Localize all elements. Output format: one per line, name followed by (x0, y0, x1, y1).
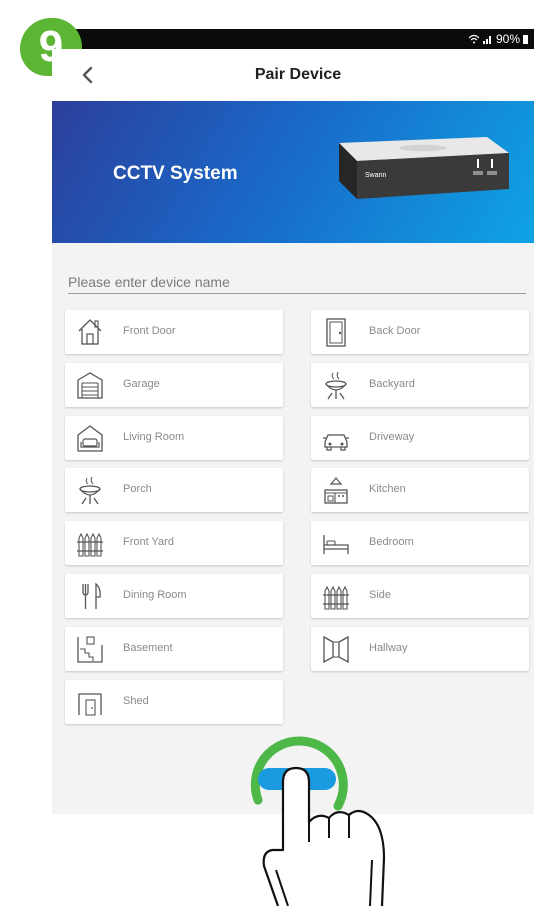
room-option-garage[interactable]: Garage (65, 363, 283, 407)
room-option-label: Bedroom (369, 536, 414, 548)
room-option-label: Basement (123, 642, 173, 654)
room-option-bedroom[interactable]: Bedroom (311, 521, 529, 565)
hallway-icon (323, 635, 349, 664)
room-option-basement[interactable]: Basement (65, 627, 283, 671)
room-option-label: Hallway (369, 642, 408, 654)
room-option-living-room[interactable]: Living Room (65, 416, 283, 460)
room-option-driveway[interactable]: Driveway (311, 416, 529, 460)
room-option-label: Back Door (369, 325, 421, 337)
kitchen-icon (324, 477, 348, 504)
status-bar: 90% (52, 29, 534, 49)
bed-icon (323, 535, 349, 554)
fence-icon (77, 532, 103, 557)
device-banner: CCTV System Swann (52, 101, 534, 243)
room-option-label: Driveway (369, 431, 415, 443)
room-option-front-yard[interactable]: Front Yard (65, 521, 283, 565)
tap-hand-overlay (250, 736, 386, 906)
wifi-icon (468, 34, 480, 44)
room-option-label: Shed (123, 695, 149, 707)
room-option-back-door[interactable]: Back Door (311, 310, 529, 354)
room-option-hallway[interactable]: Hallway (311, 627, 529, 671)
room-option-side[interactable]: Side (311, 574, 529, 618)
room-option-label: Side (369, 589, 392, 601)
room-option-label: Dining Room (123, 589, 187, 601)
bbq-icon (325, 371, 347, 400)
basement-icon (77, 636, 103, 663)
cutlery-icon (82, 582, 101, 609)
living-room-icon (77, 425, 103, 452)
pair-device-screen: Pair Device CCTV System Swann Front Door… (52, 49, 534, 814)
battery-text: 90% (495, 32, 520, 46)
house-icon (78, 319, 102, 345)
status-icons: 90% (468, 32, 528, 46)
dvr-brand-text: Swann (365, 172, 387, 179)
dvr-device-image: Swann (339, 137, 509, 199)
room-option-backyard[interactable]: Backyard (311, 363, 529, 407)
fence-icon (323, 585, 349, 610)
room-option-label: Backyard (369, 378, 415, 390)
bbq-icon (79, 476, 101, 505)
signal-icon (482, 36, 491, 44)
battery-icon (523, 35, 528, 44)
room-option-label: Garage (123, 378, 160, 390)
garage-icon (77, 372, 103, 399)
page-title: Pair Device (254, 66, 342, 83)
room-option-front-door[interactable]: Front Door (65, 310, 283, 354)
car-icon (323, 434, 349, 451)
room-option-label: Living Room (123, 431, 185, 443)
room-option-dining-room[interactable]: Dining Room (65, 574, 283, 618)
top-bar: Pair Device (52, 49, 534, 101)
room-option-shed[interactable]: Shed (65, 680, 283, 724)
room-option-label: Front Door (123, 325, 176, 337)
shed-icon (78, 693, 102, 716)
room-option-label: Kitchen (369, 483, 406, 495)
device-name-input[interactable] (68, 271, 526, 294)
room-option-kitchen[interactable]: Kitchen (311, 468, 529, 512)
room-option-label: Front Yard (123, 536, 174, 548)
door-icon (326, 318, 346, 347)
room-option-porch[interactable]: Porch (65, 468, 283, 512)
room-option-label: Porch (123, 483, 152, 495)
banner-title: CCTV System (113, 163, 238, 184)
